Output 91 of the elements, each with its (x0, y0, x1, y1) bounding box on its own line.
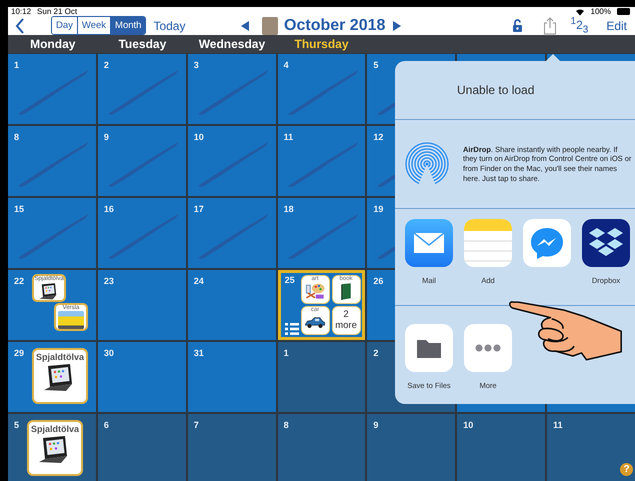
day-number: 16 (104, 204, 114, 214)
day-number: 5 (14, 420, 20, 430)
status-date: Sun 21 Oct (37, 7, 78, 16)
day-number: 7 (194, 420, 199, 430)
weekday-label: Wednesday (198, 37, 266, 52)
day-number: 2 (104, 60, 109, 70)
day-number: 23 (104, 276, 114, 286)
day-number: 29 (14, 348, 24, 358)
weekday-label: Monday (30, 37, 76, 52)
month-title: October 2018 (284, 16, 386, 35)
day-number: 15 (14, 204, 24, 214)
day-number: 2 (373, 348, 378, 358)
event-label: Spjaldtölva (31, 424, 80, 434)
day-cell[interactable]: 3 (188, 54, 276, 124)
day-cell[interactable]: 17 (188, 198, 276, 268)
weekday-label: Thursday (294, 37, 348, 52)
day-number: 24 (194, 276, 204, 286)
day-cell[interactable]: 1 (8, 54, 96, 124)
day-cell[interactable]: 16 (98, 198, 186, 268)
day-number: 1 (284, 348, 289, 358)
day-number: 25 (284, 275, 296, 286)
day-cell[interactable]: 2 (98, 54, 186, 124)
day-number: 10 (463, 420, 474, 430)
day-number: 18 (284, 204, 294, 214)
day-number: 11 (553, 420, 563, 430)
day-number: 9 (104, 132, 109, 142)
day-number: 22 (14, 276, 24, 286)
weekday-label: Tuesday (118, 37, 166, 52)
view-mode-tab[interactable]: Month (110, 17, 146, 34)
day-cell[interactable]: 9 (367, 414, 456, 481)
day-cell[interactable]: 8 (8, 126, 96, 196)
day-cell[interactable]: 15 (8, 198, 96, 268)
day-number: 5 (373, 60, 378, 70)
day-number: 1 (14, 60, 20, 70)
day-number: 8 (14, 132, 20, 142)
unlocked-lock-icon[interactable] (512, 19, 522, 32)
day-cell[interactable]: 4 (278, 54, 366, 124)
battery-icon (617, 8, 631, 15)
day-number: 17 (194, 204, 204, 214)
day-number: 10 (194, 132, 204, 142)
day-cell[interactable]: 1 (278, 342, 366, 412)
day-cell[interactable]: 6 (98, 414, 186, 481)
more-dots-icon[interactable] (464, 324, 512, 372)
day-number: 30 (104, 348, 114, 358)
airdrop-icon (405, 142, 449, 186)
list-icon[interactable] (284, 323, 299, 336)
day-number: 12 (373, 132, 384, 142)
day-cell[interactable]: 8 (278, 414, 366, 481)
event-card[interactable]: Spjaldtölva (27, 420, 84, 476)
share-title: Unable to load (457, 83, 534, 97)
avatar-placeholder (262, 16, 278, 35)
next-month-icon[interactable] (392, 20, 402, 32)
day-number: 3 (194, 60, 199, 70)
day-cell[interactable]: 11 (278, 126, 366, 196)
art-supplies-picture (304, 282, 326, 302)
day-cell[interactable]: 31 (188, 342, 276, 412)
day-number: 31 (194, 348, 204, 358)
dropbox-icon[interactable] (582, 219, 630, 267)
mail-envelope-icon[interactable] (405, 219, 453, 267)
day-number: 19 (373, 204, 384, 214)
store-photo (58, 311, 84, 330)
event-card[interactable]: Spjaldtölva (32, 348, 88, 404)
day-cell[interactable]: 29 Spjaldtölva (8, 342, 96, 412)
day-cell[interactable]: 5 Spjaldtölva (8, 414, 96, 481)
day-number: 4 (284, 60, 289, 70)
day-cell[interactable]: 10 (457, 414, 546, 481)
day-cell[interactable]: 7 (188, 414, 276, 481)
day-cell[interactable]: 18 (278, 198, 366, 268)
previous-month-icon[interactable] (240, 20, 250, 32)
day-number: 11 (284, 132, 294, 142)
event-label: Spjaldtölva (36, 352, 84, 362)
today-link[interactable]: Today (153, 18, 186, 33)
folder-icon[interactable] (405, 324, 453, 372)
more-events-button[interactable]: 2 more (332, 306, 361, 336)
day-number: 26 (373, 276, 384, 286)
day-number: 6 (104, 420, 109, 430)
day-cell[interactable]: 24 (188, 270, 276, 340)
wifi-icon (574, 8, 585, 16)
number-format-button[interactable]: $^{1}$2$_{3}$ (570, 16, 588, 36)
day-number: 9 (373, 420, 378, 430)
share-icon[interactable] (542, 16, 556, 35)
day-cell[interactable]: 10 (188, 126, 276, 196)
back-icon[interactable] (15, 18, 25, 34)
edit-button[interactable]: Edit (606, 18, 627, 33)
status-time: 10:12 (11, 7, 32, 16)
day-cell[interactable]: 9 (98, 126, 186, 196)
day-number: 8 (284, 420, 289, 430)
chat-bubble-icon[interactable] (523, 219, 571, 267)
day-cell[interactable]: 23 (98, 270, 186, 340)
battery-percent: 100% (590, 7, 611, 16)
day-cell[interactable]: 30 (98, 342, 186, 412)
